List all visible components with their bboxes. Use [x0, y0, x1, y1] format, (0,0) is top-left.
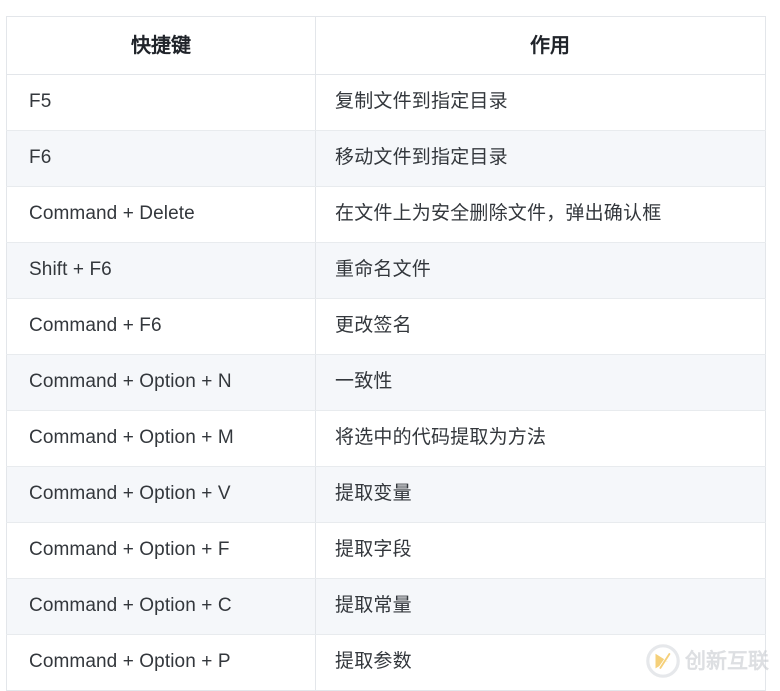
table-row: Command + Option + N 一致性 — [6, 354, 766, 411]
column-header-shortcut: 快捷键 — [6, 16, 316, 75]
shortcut-key-cell: Command + Option + M — [6, 410, 316, 467]
table-row: Command + Option + V 提取变量 — [6, 466, 766, 523]
table-row: Command + Option + P 提取参数 — [6, 634, 766, 691]
shortcut-action-cell: 移动文件到指定目录 — [315, 130, 766, 187]
shortcut-key-cell: F5 — [6, 74, 316, 131]
column-header-action: 作用 — [315, 16, 766, 75]
shortcuts-table-container: 快捷键 作用 F5 复制文件到指定目录 F6 移动文件到指定目录 Command + D… — [6, 16, 766, 691]
shortcut-action-cell: 一致性 — [315, 354, 766, 411]
shortcut-key-cell: F6 — [6, 130, 316, 187]
shortcut-action-cell: 提取字段 — [315, 522, 766, 579]
shortcut-key-cell: Command + Option + F — [6, 522, 316, 579]
shortcut-key-cell: Shift + F6 — [6, 242, 316, 299]
shortcut-action-cell: 提取变量 — [315, 466, 766, 523]
shortcut-action-cell: 将选中的代码提取为方法 — [315, 410, 766, 467]
shortcut-action-cell: 提取常量 — [315, 578, 766, 635]
table-row: F5 复制文件到指定目录 — [6, 74, 766, 131]
shortcut-action-cell: 提取参数 — [315, 634, 766, 691]
shortcut-action-cell: 复制文件到指定目录 — [315, 74, 766, 131]
table-row: Command + Option + M 将选中的代码提取为方法 — [6, 410, 766, 467]
table-body: F5 复制文件到指定目录 F6 移动文件到指定目录 Command + Delete 在文… — [6, 74, 766, 691]
shortcut-action-cell: 重命名文件 — [315, 242, 766, 299]
table-row: F6 移动文件到指定目录 — [6, 130, 766, 187]
shortcut-action-cell: 在文件上为安全删除文件，弹出确认框 — [315, 186, 766, 243]
shortcut-key-cell: Command + Option + C — [6, 578, 316, 635]
shortcut-key-cell: Command + Option + P — [6, 634, 316, 691]
shortcut-key-cell: Command + Option + V — [6, 466, 316, 523]
shortcuts-table: 快捷键 作用 F5 复制文件到指定目录 F6 移动文件到指定目录 Command + D… — [6, 16, 766, 691]
table-row: Command + F6 更改签名 — [6, 298, 766, 355]
shortcut-key-cell: Command + Option + N — [6, 354, 316, 411]
shortcut-action-cell: 更改签名 — [315, 298, 766, 355]
table-row: Command + Option + F 提取字段 — [6, 522, 766, 579]
shortcut-key-cell: Command + Delete — [6, 186, 316, 243]
shortcut-key-cell: Command + F6 — [6, 298, 316, 355]
table-row: Shift + F6 重命名文件 — [6, 242, 766, 299]
table-header: 快捷键 作用 — [6, 16, 766, 75]
table-header-row: 快捷键 作用 — [6, 16, 766, 75]
table-row: Command + Delete 在文件上为安全删除文件，弹出确认框 — [6, 186, 766, 243]
table-row: Command + Option + C 提取常量 — [6, 578, 766, 635]
